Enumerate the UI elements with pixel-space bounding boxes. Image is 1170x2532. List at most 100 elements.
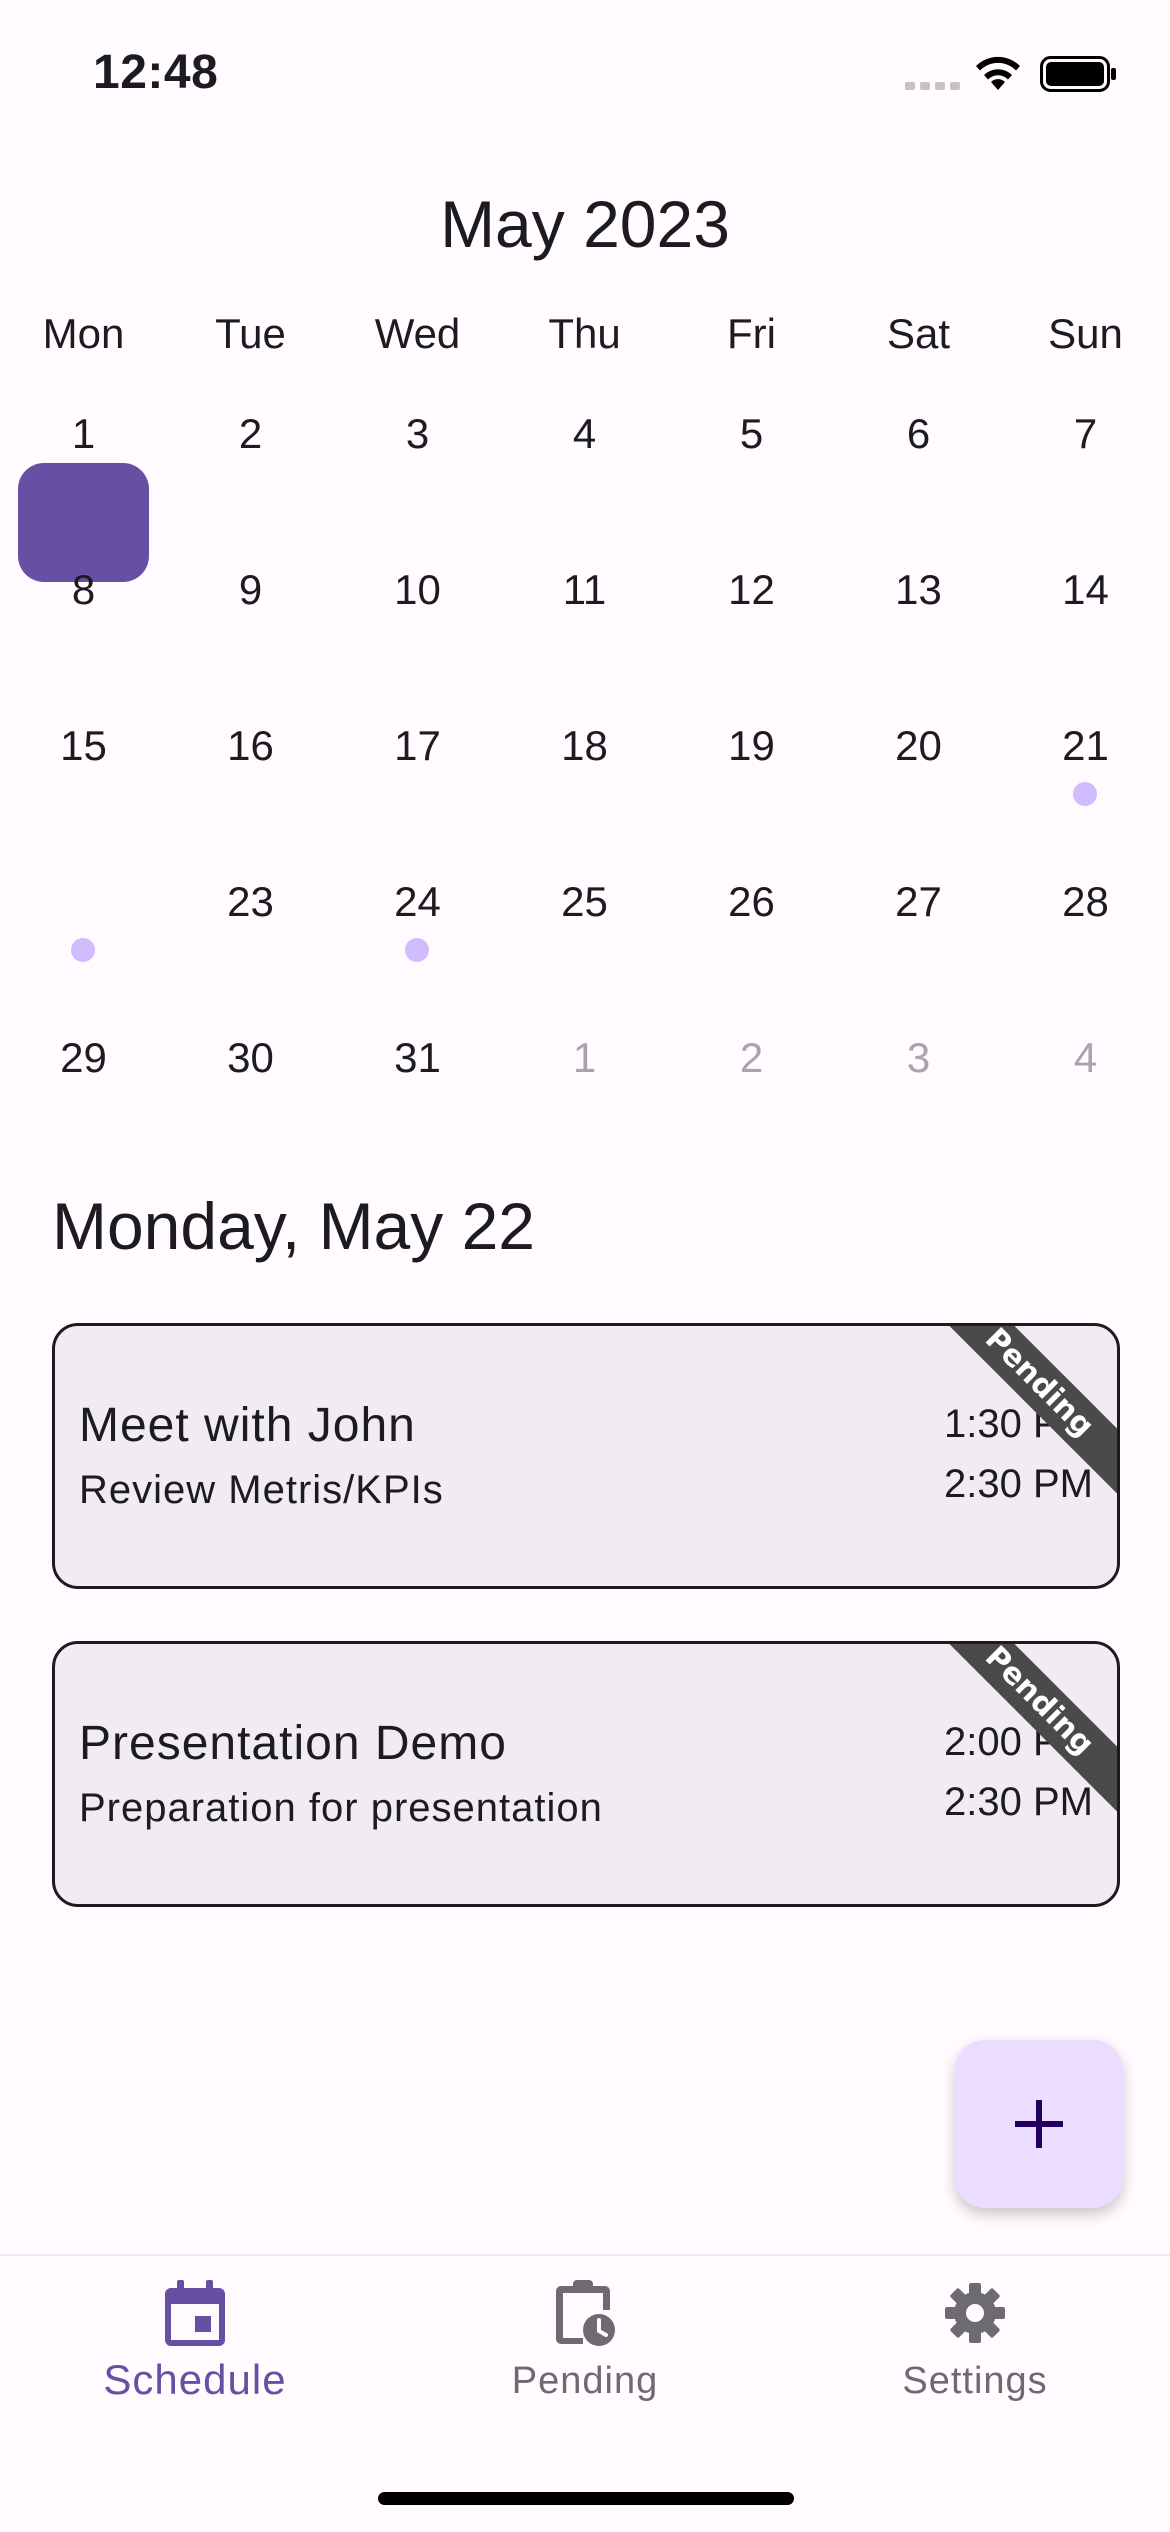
clipboard-clock-icon [556, 2280, 615, 2346]
calendar-day[interactable]: 28 [1002, 848, 1169, 1004]
calendar-day[interactable]: 24 [334, 848, 501, 1004]
nav-tab-settings[interactable]: Settings [780, 2256, 1170, 2456]
day-number: 14 [1062, 566, 1109, 613]
day-number: 1 [71, 410, 96, 457]
calendar-day[interactable]: 19 [668, 692, 835, 848]
calendar-day[interactable]: 27 [835, 848, 1002, 1004]
calendar-day[interactable]: 16 [167, 692, 334, 848]
event-end-time: 2:30 PM [944, 1780, 1093, 1824]
day-number: 18 [561, 722, 608, 769]
calendar-day[interactable]: 3 [334, 380, 501, 536]
calendar-day[interactable]: 23 [167, 848, 334, 1004]
calendar-day[interactable]: 11 [501, 536, 668, 692]
calendar-day[interactable]: 4 [501, 380, 668, 536]
weekday-label: Sun [1048, 310, 1123, 357]
day-number: 9 [238, 566, 263, 613]
event-card[interactable]: Presentation Demo Preparation for presen… [52, 1641, 1120, 1907]
day-number: 20 [895, 722, 942, 769]
day-number: 2 [238, 410, 263, 457]
event-description: Preparation for presentation [79, 1786, 603, 1830]
calendar-day[interactable]: 30 [167, 1004, 334, 1160]
plus-icon [1015, 2100, 1063, 2148]
day-number: 17 [394, 722, 441, 769]
day-number: 26 [728, 878, 775, 925]
battery-icon [1040, 56, 1116, 92]
day-number: 11 [562, 566, 607, 613]
day-number: 7 [1073, 410, 1098, 457]
calendar-day[interactable]: 8 [0, 536, 167, 692]
day-number: 2 [739, 1034, 764, 1081]
wifi-icon [976, 56, 1020, 90]
calendar-day[interactable]: 13 [835, 536, 1002, 692]
calendar-day[interactable]: 6 [835, 380, 1002, 536]
nav-label: Settings [902, 2360, 1048, 2402]
calendar-day-next-month[interactable]: 4 [1002, 1004, 1169, 1160]
calendar-day-next-month[interactable]: 3 [835, 1004, 1002, 1160]
calendar-day[interactable]: 25 [501, 848, 668, 1004]
calendar-day-selected[interactable]: 22 [0, 848, 167, 1004]
day-number: 30 [227, 1034, 274, 1081]
event-title: Meet with John [79, 1399, 416, 1452]
app-screen: 12:48 May 2023 Mon Tue Wed Thu Fri Sat S… [0, 0, 1170, 2532]
gear-icon [945, 2283, 1005, 2343]
calendar-day[interactable]: 17 [334, 692, 501, 848]
day-number: 28 [1062, 878, 1109, 925]
day-number: 22 [60, 878, 107, 925]
home-indicator[interactable] [378, 2492, 794, 2505]
calendar-day[interactable]: 31 [334, 1004, 501, 1160]
month-title: May 2023 [440, 187, 730, 261]
day-number: 4 [572, 410, 597, 457]
calendar-day[interactable]: 10 [334, 536, 501, 692]
day-number: 21 [1062, 722, 1109, 769]
day-number: 10 [394, 566, 441, 613]
weekday-label: Thu [548, 310, 621, 357]
day-number: 5 [739, 410, 764, 457]
day-number: 4 [1073, 1034, 1098, 1081]
day-number: 3 [405, 410, 430, 457]
calendar-day[interactable]: 14 [1002, 536, 1169, 692]
calendar-day-next-month[interactable]: 2 [668, 1004, 835, 1160]
day-number: 24 [394, 878, 441, 925]
status-bar: 12:48 [0, 0, 1170, 150]
calendar-day[interactable]: 18 [501, 692, 668, 848]
day-number: 15 [60, 722, 107, 769]
day-number: 29 [60, 1034, 107, 1081]
nav-label: Schedule [103, 2356, 287, 2403]
calendar-day[interactable]: 15 [0, 692, 167, 848]
cellular-signal-icon [905, 82, 960, 90]
calendar-day[interactable]: 7 [1002, 380, 1169, 536]
weekday-label: Mon [42, 310, 125, 357]
calendar-day[interactable]: 2 [167, 380, 334, 536]
day-number: 8 [71, 566, 96, 613]
event-indicator-dot [405, 938, 429, 962]
day-number: 31 [394, 1034, 441, 1081]
calendar-day[interactable]: 12 [668, 536, 835, 692]
status-time: 12:48 [93, 46, 219, 99]
calendar-day[interactable]: 21 [1002, 692, 1169, 848]
nav-tab-schedule[interactable]: Schedule [0, 2256, 390, 2456]
day-number: 6 [906, 410, 931, 457]
bottom-navigation-bar: Schedule Pending Settings [0, 2254, 1170, 2532]
nav-label: Pending [511, 2360, 659, 2402]
add-event-button[interactable] [955, 2040, 1123, 2208]
event-indicator-dot [71, 938, 95, 962]
event-card[interactable]: Meet with John Review Metris/KPIs 1:30 P… [52, 1323, 1120, 1589]
calendar-day[interactable]: 1 [0, 380, 167, 536]
day-number: 27 [895, 878, 942, 925]
day-number: 25 [561, 878, 608, 925]
weekday-header-row: Mon Tue Wed Thu Fri Sat Sun [0, 310, 1170, 370]
calendar-icon [165, 2280, 225, 2346]
day-number: 3 [906, 1034, 931, 1081]
calendar-day[interactable]: 9 [167, 536, 334, 692]
nav-tab-pending[interactable]: Pending [390, 2256, 780, 2456]
day-number: 19 [728, 722, 775, 769]
calendar-day[interactable]: 26 [668, 848, 835, 1004]
calendar-day[interactable]: 29 [0, 1004, 167, 1160]
day-number: 1 [572, 1034, 597, 1081]
calendar-day-next-month[interactable]: 1 [501, 1004, 668, 1160]
weekday-label: Fri [727, 310, 776, 357]
weekday-label: Wed [374, 310, 461, 357]
event-title: Presentation Demo [79, 1717, 507, 1770]
calendar-day[interactable]: 5 [668, 380, 835, 536]
calendar-day[interactable]: 20 [835, 692, 1002, 848]
